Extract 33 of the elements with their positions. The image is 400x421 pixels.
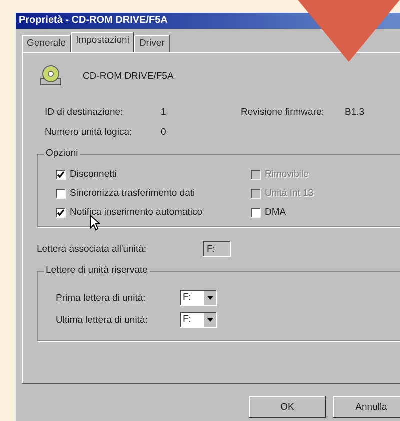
checkbox-label: Unità Int 13 <box>265 188 314 199</box>
checkbox-label: Sincronizza trasferimento dati <box>70 188 196 199</box>
letter-dropdown[interactable]: F: <box>180 312 217 328</box>
group-title: Opzioni <box>44 148 80 159</box>
info-value: 1 <box>161 107 168 118</box>
cursor-icon <box>90 215 100 231</box>
field-label: Lettera associata all'unità: <box>37 244 148 254</box>
info-value: B1.3 <box>345 107 365 118</box>
checkbox[interactable] <box>56 208 66 218</box>
info-label: Numero unità logica: <box>45 127 134 138</box>
checkbox[interactable] <box>251 208 261 218</box>
checkbox[interactable] <box>56 170 66 180</box>
info-value: 0 <box>161 127 168 138</box>
group-title: Lettere di unità riservate <box>44 265 150 276</box>
tab[interactable]: Impostazioni <box>71 32 134 52</box>
dropdown-arrow-icon[interactable] <box>206 296 214 300</box>
info-label: Revisione firmware: <box>241 107 326 118</box>
checkbox-label: Rimovibile <box>265 169 309 180</box>
drive-letter-field[interactable]: F: <box>203 241 231 257</box>
checkbox-label: Disconnetti <box>70 169 117 180</box>
dialog-button[interactable]: Annulla <box>333 396 400 418</box>
cd-drive-icon <box>39 65 63 87</box>
info-label: ID di destinazione: <box>45 107 124 118</box>
checkbox-label: Notifica inserimento automatico <box>70 207 203 218</box>
field-label: Prima lettera di unità: <box>56 292 147 304</box>
dropdown-arrow-icon[interactable] <box>206 318 214 322</box>
tab[interactable]: Driver <box>134 35 170 52</box>
checkbox-label: DMA <box>265 207 286 218</box>
device-name: CD-ROM DRIVE/F5A <box>83 70 174 82</box>
checkbox[interactable] <box>56 188 66 198</box>
letter-dropdown[interactable]: F: <box>180 290 217 306</box>
field-label: Ultima lettera di unità: <box>56 314 149 326</box>
dialog-button[interactable]: OK <box>249 396 326 418</box>
